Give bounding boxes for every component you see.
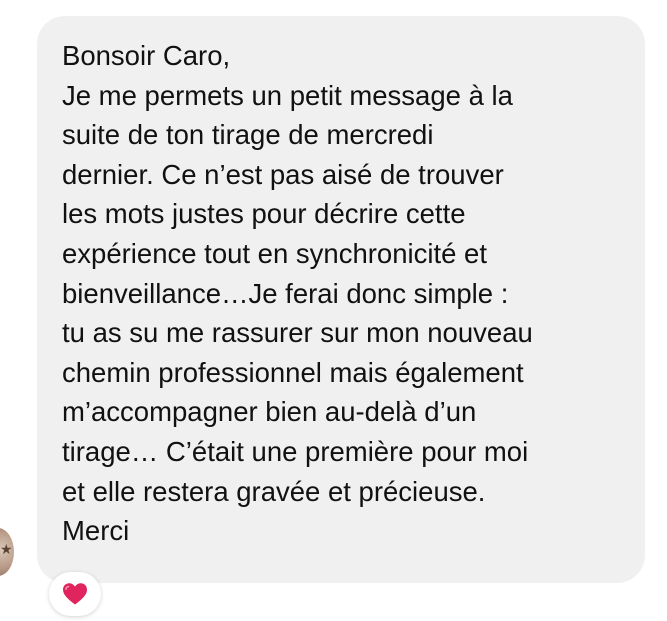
message-line: bienveillance…Je ferai donc simple : <box>62 277 509 309</box>
message-line: et elle restera gravée et précieuse. <box>62 475 486 507</box>
message-line: chemin professionnel mais également <box>62 356 524 388</box>
sender-avatar[interactable]: ★ <box>0 528 14 576</box>
message-bubble[interactable]: Bonsoir Caro, Je me permets un petit mes… <box>37 16 645 583</box>
message-line: Bonsoir Caro, <box>62 40 231 71</box>
message-line: Je me permets un petit message à la <box>62 79 513 111</box>
message-line: m’accompagner bien au-delà d’un <box>62 396 477 428</box>
reaction-badge[interactable] <box>49 572 101 616</box>
red-heart-icon <box>63 583 87 605</box>
message-line: les mots justes pour décrire cette <box>62 198 466 230</box>
message-line: suite de ton tirage de mercredi <box>62 119 434 151</box>
message-line: Merci <box>62 515 130 547</box>
message-line: dernier. Ce n’est pas aisé de trouver <box>62 158 504 190</box>
message-line: tu as su me rassurer sur mon nouveau <box>62 317 533 349</box>
message-line: expérience tout en synchronicité et <box>62 237 487 269</box>
star-icon: ★ <box>0 541 13 557</box>
message-line: tirage… C’était une première pour moi <box>62 435 529 467</box>
